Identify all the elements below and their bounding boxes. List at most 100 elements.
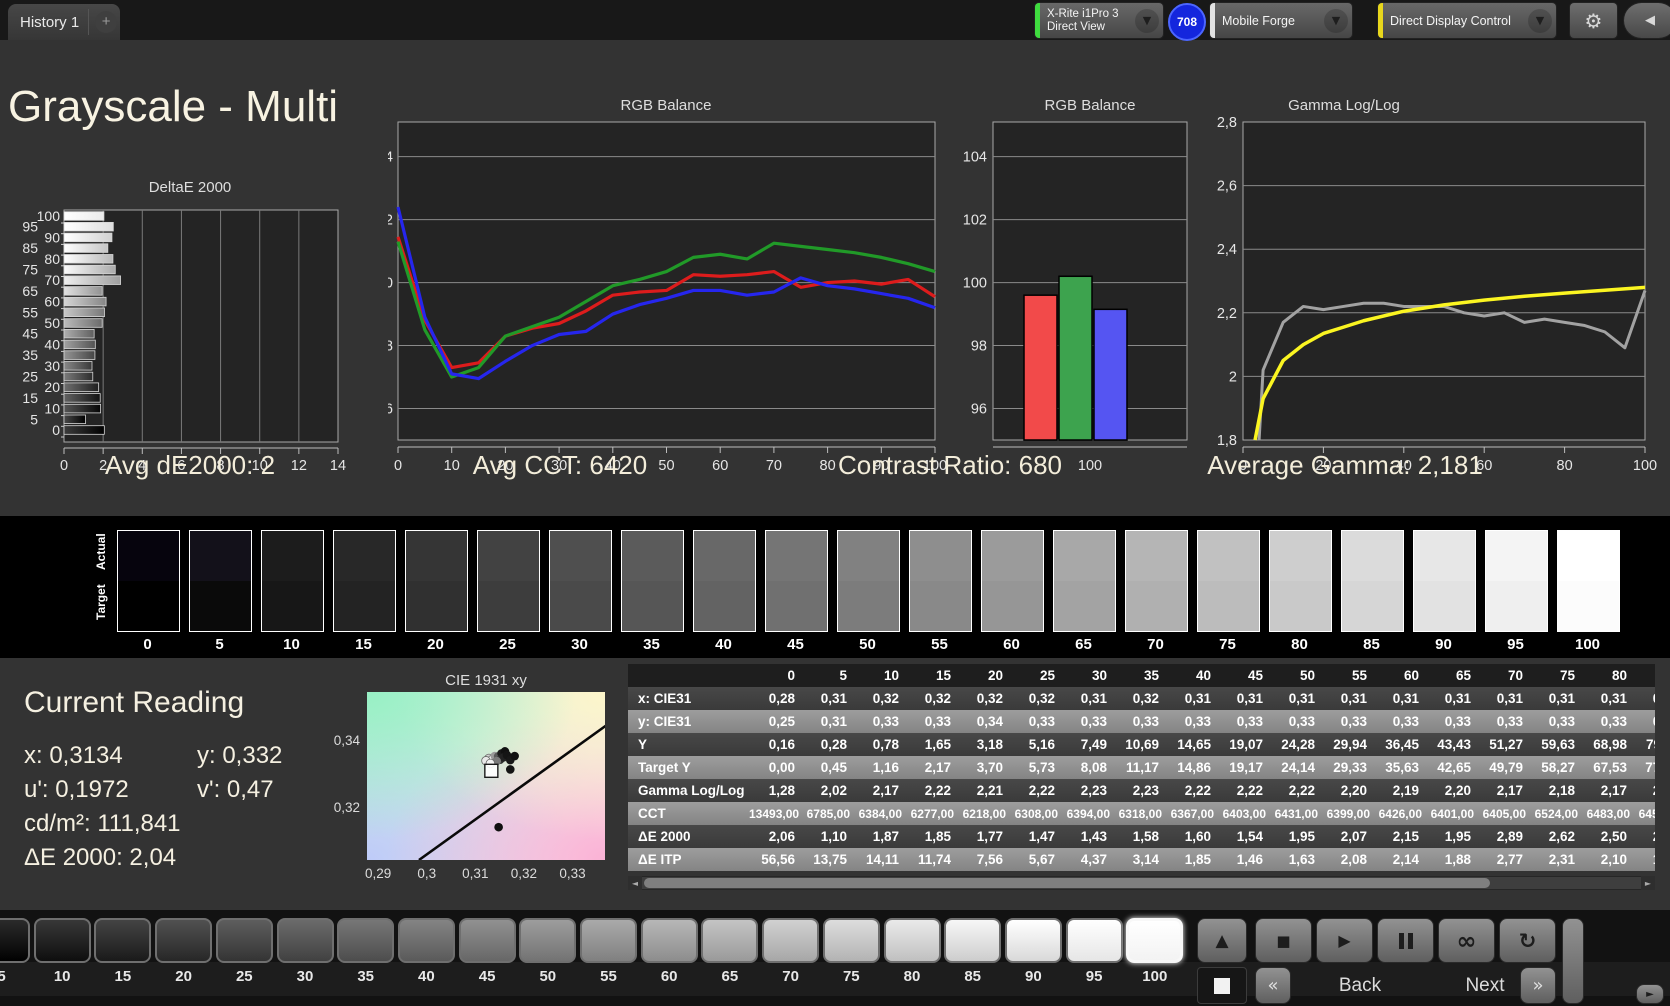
display-control-dropdown[interactable]: Direct Display Control ▼ (1378, 3, 1556, 38)
side-partial-button[interactable] (1562, 918, 1584, 1004)
table-header-cell: 40 (1195, 668, 1211, 683)
back-button[interactable]: Back (1295, 975, 1425, 997)
swatch-target-0 (118, 581, 179, 631)
preset-level-button-15[interactable] (94, 918, 152, 963)
swatch-actual-60 (982, 531, 1043, 581)
table-cell: 68,98 (1593, 737, 1627, 752)
table-cell: 6426,00 (1378, 806, 1422, 821)
preset-level-button-100[interactable] (1126, 918, 1184, 963)
preset-level-button-80[interactable] (883, 918, 941, 963)
back-arrow-button[interactable]: « (1255, 967, 1291, 1004)
scroll-up-icon[interactable]: ▲ (1197, 918, 1247, 963)
table-header-cell: 50 (1299, 668, 1315, 683)
table-header-cell: 30 (1091, 668, 1107, 683)
table-header-cell: 15 (935, 668, 951, 683)
grayscale-swatch-100 (1557, 530, 1620, 632)
swatch-actual-10 (262, 531, 323, 581)
grayscale-swatch-70 (1125, 530, 1188, 632)
swatch-level-label: 65 (1075, 636, 1092, 653)
meter-dropdown[interactable]: X-Rite i1Pro 3 Direct View ▼ (1035, 3, 1163, 38)
preset-level-button-90[interactable] (1004, 918, 1062, 963)
table-cell: 1,46 (1236, 852, 1263, 867)
table-cell: 6308,00 (1014, 806, 1058, 821)
next-arrow-button[interactable]: » (1520, 967, 1556, 1004)
preset-level-button-75[interactable] (822, 918, 880, 963)
stat-avg-de2000: Avg dE2000: 2 (104, 450, 276, 480)
preset-level-button-50[interactable] (519, 918, 577, 963)
table-scroll-right-arrow[interactable]: ► (1641, 876, 1655, 890)
table-cell: 6384,00 (858, 806, 902, 821)
swatch-level-label: 30 (571, 636, 588, 653)
table-cell: 6277,00 (910, 806, 954, 821)
preset-level-button-40[interactable] (397, 918, 455, 963)
preset-level-button-70[interactable] (762, 918, 820, 963)
table-cell: 2,23 (1080, 783, 1107, 798)
table-cell: 2,22 (1184, 783, 1211, 798)
preset-level-button-20[interactable] (155, 918, 213, 963)
current-reading-v: v': 0,47 (197, 776, 274, 803)
cie-measurement-dot (494, 822, 503, 832)
play-button[interactable]: ▶ (1316, 918, 1373, 963)
table-cell: 2,19 (1392, 783, 1419, 798)
table-scroll-left-arrow[interactable]: ◄ (628, 876, 642, 890)
preset-level-button-95[interactable] (1065, 918, 1123, 963)
gear-icon[interactable]: ⚙ (1570, 3, 1617, 38)
grayscale-swatch-45 (765, 530, 828, 632)
refresh-button[interactable]: ↻ (1499, 918, 1556, 963)
deltae-bar-75 (63, 264, 116, 275)
preset-level-button-85[interactable] (944, 918, 1002, 963)
table-cell: 8,08 (1080, 760, 1107, 775)
table-cell: 0,33 (1236, 714, 1263, 729)
swatch-target-15 (334, 581, 395, 631)
preset-level-button-45[interactable] (458, 918, 516, 963)
swatch-target-95 (1486, 581, 1547, 631)
source-dropdown[interactable]: Mobile Forge ▼ (1210, 3, 1352, 38)
table-cell: 6318,00 (1118, 806, 1162, 821)
grayscale-swatch-25 (477, 530, 540, 632)
table-cell: 2,50 (1600, 829, 1627, 844)
corner-next-button[interactable]: ► (1636, 984, 1664, 1004)
collapse-panel-button[interactable]: ◀ (1624, 3, 1670, 38)
preset-level-button-30[interactable] (276, 918, 334, 963)
swatch-level-label: 15 (355, 636, 372, 653)
svg-text:0,29: 0,29 (365, 866, 391, 881)
meter-mode: Direct View (1047, 20, 1105, 33)
continuous-measure-button[interactable]: ∞ (1438, 918, 1495, 963)
grayscale-swatch-85 (1341, 530, 1404, 632)
preset-level-button-25[interactable] (215, 918, 273, 963)
grayscale-swatch-strip: Actual Target 0 5 10 15 20 25 30 35 40 45 50 55 60 65 70… (0, 516, 1670, 658)
grayscale-swatch-35 (621, 530, 684, 632)
meter-count-badge[interactable]: 708 (1168, 3, 1206, 41)
swatch-actual-5 (190, 531, 251, 581)
deltae-bar-15 (63, 393, 101, 403)
pattern-window-button[interactable] (1197, 967, 1247, 1004)
preset-level-button-55[interactable] (580, 918, 637, 963)
preset-level-button-60[interactable] (640, 918, 698, 963)
tab-history[interactable]: History 1 + (8, 4, 120, 40)
svg-text:2,8: 2,8 (1217, 115, 1237, 131)
table-cell: 0,31 (1080, 691, 1107, 706)
table-cell: 3,18 (976, 737, 1003, 752)
svg-text:80: 80 (44, 251, 60, 267)
swatch-level-label: 25 (499, 636, 516, 653)
swatch-target-70 (1126, 581, 1187, 631)
svg-text:2,6: 2,6 (1217, 179, 1237, 195)
grayscale-swatch-30 (549, 530, 612, 632)
tab-divider (88, 9, 90, 35)
preset-level-button-35[interactable] (337, 918, 395, 963)
preset-level-button-65[interactable] (701, 918, 759, 963)
table-cell: 0,32 (1132, 691, 1159, 706)
preset-level-button-10[interactable] (33, 918, 91, 963)
current-reading-x: x: 0,3134 (24, 742, 123, 769)
svg-text:10: 10 (44, 401, 60, 417)
table-scrollbar-thumb[interactable] (644, 878, 1490, 888)
preset-level-button-5[interactable] (0, 918, 30, 963)
table-header-row: 0 5 10 15 20 25 30 35 40 45 50 55 60 65 70 75 80 85 (628, 664, 1655, 687)
pause-button[interactable] (1377, 918, 1434, 963)
cie-target-marker (484, 763, 499, 779)
add-tab-button[interactable]: + (95, 11, 118, 33)
svg-text:65: 65 (22, 283, 38, 299)
table-cell: 2,17 (872, 783, 899, 798)
table-cell: 0,32 (924, 691, 951, 706)
stop-button[interactable]: ■ (1255, 918, 1312, 963)
